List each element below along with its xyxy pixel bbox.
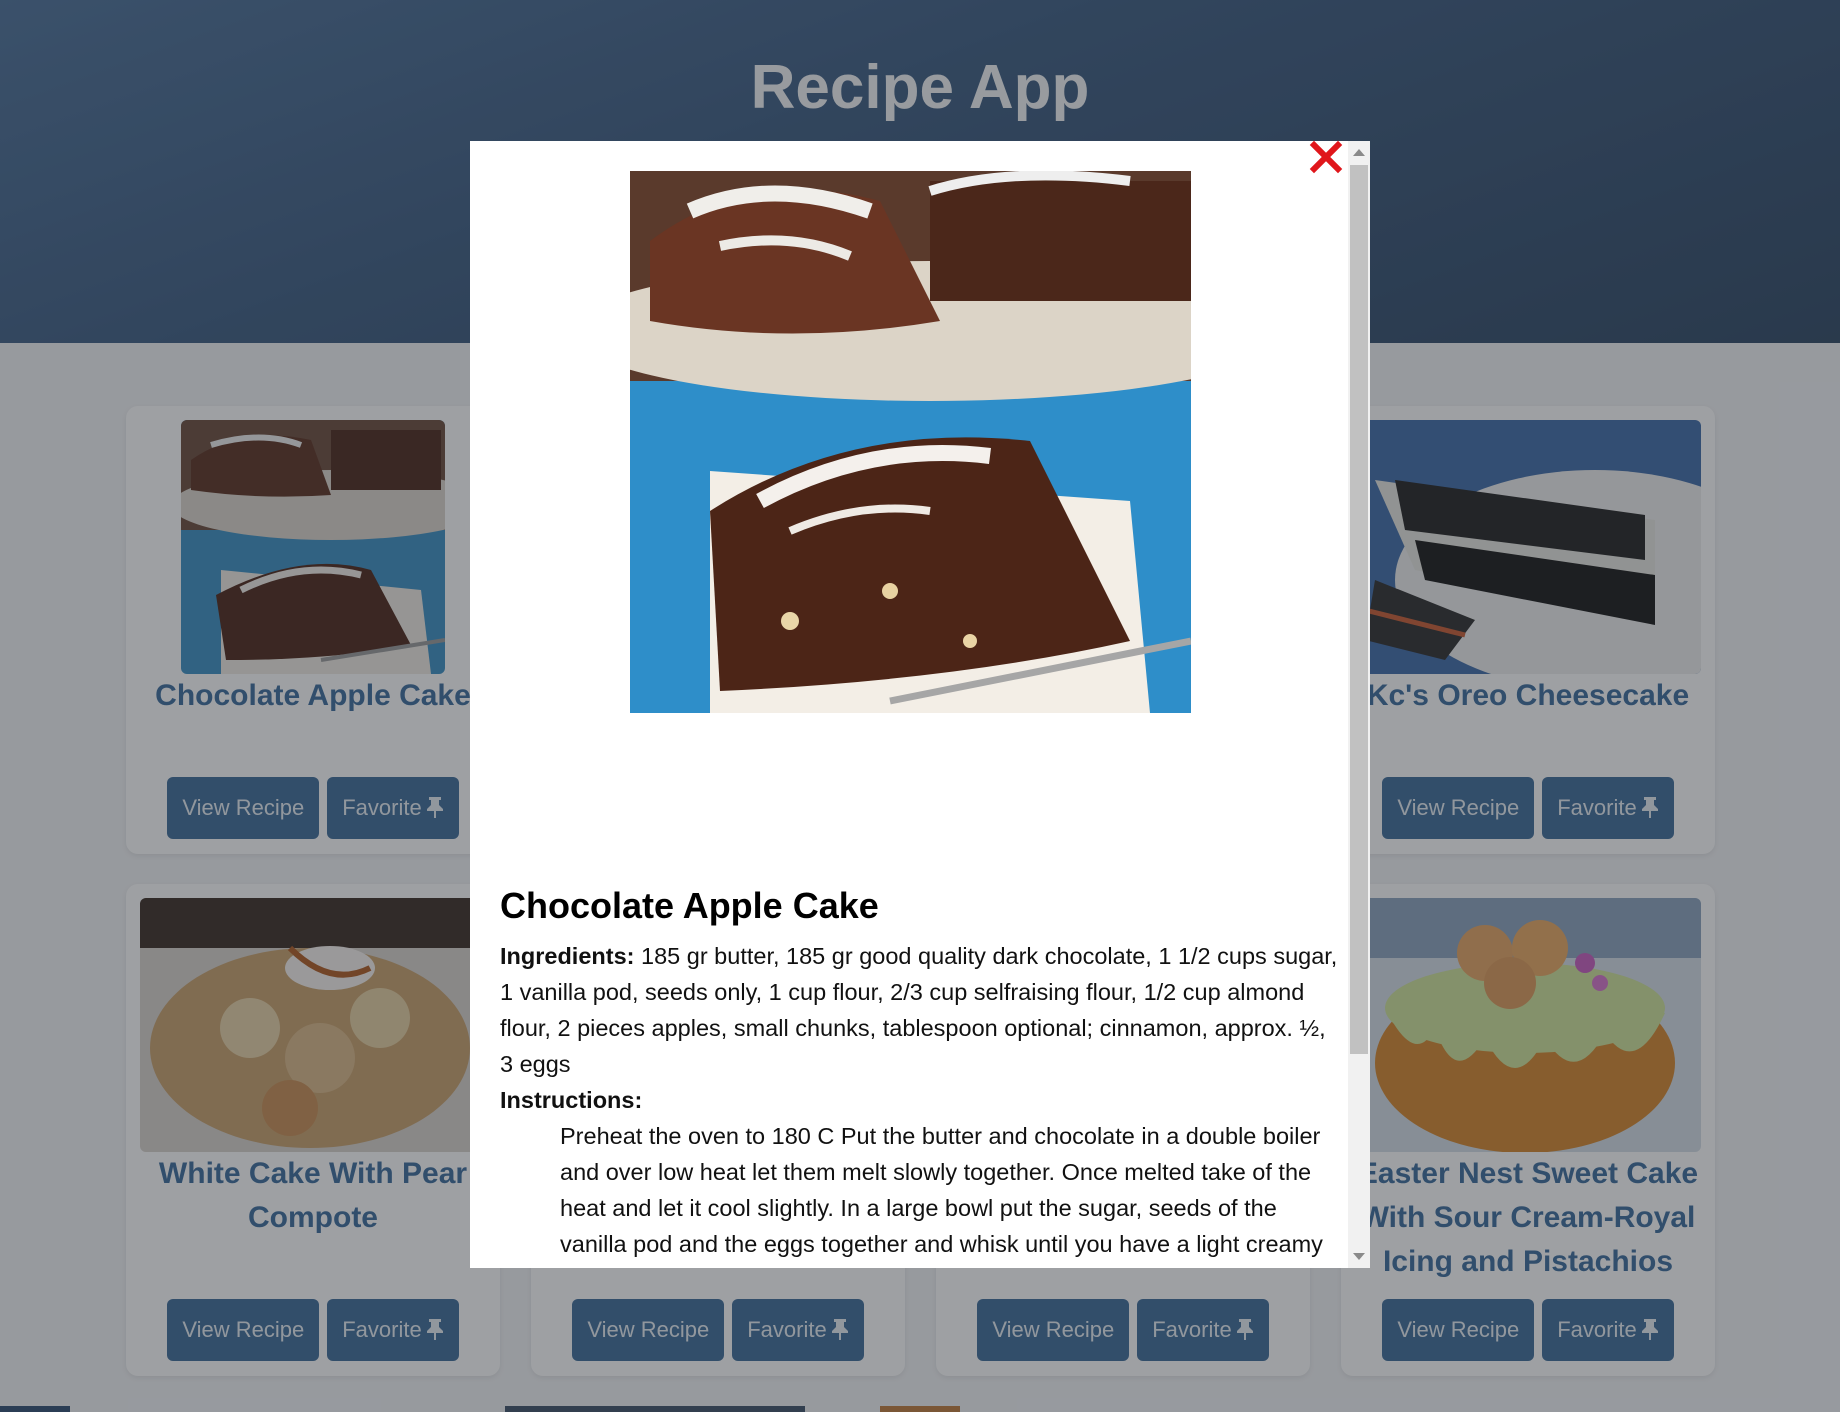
ingredients: Ingredients: 185 gr butter, 185 gr good … [500,938,1345,1082]
ingredients-label: Ingredients: [500,943,635,969]
scroll-down-icon[interactable] [1353,1253,1365,1260]
instructions-label: Instructions: [500,1087,643,1113]
modal-scrollbar[interactable] [1348,141,1370,1268]
modal-recipe-title: Chocolate Apple Cake [500,885,879,926]
instructions-text: Preheat the oven to 180 C Put the butter… [560,1123,1323,1268]
recipe-details: Ingredients: 185 gr butter, 185 gr good … [500,938,1345,1268]
scrollbar-thumb[interactable] [1350,165,1368,1054]
close-icon[interactable] [1308,139,1344,175]
scroll-up-icon[interactable] [1353,149,1365,156]
recipe-modal: Chocolate Apple Cake Ingredients: 185 gr… [470,141,1370,1268]
recipe-detail-image [570,170,1290,713]
